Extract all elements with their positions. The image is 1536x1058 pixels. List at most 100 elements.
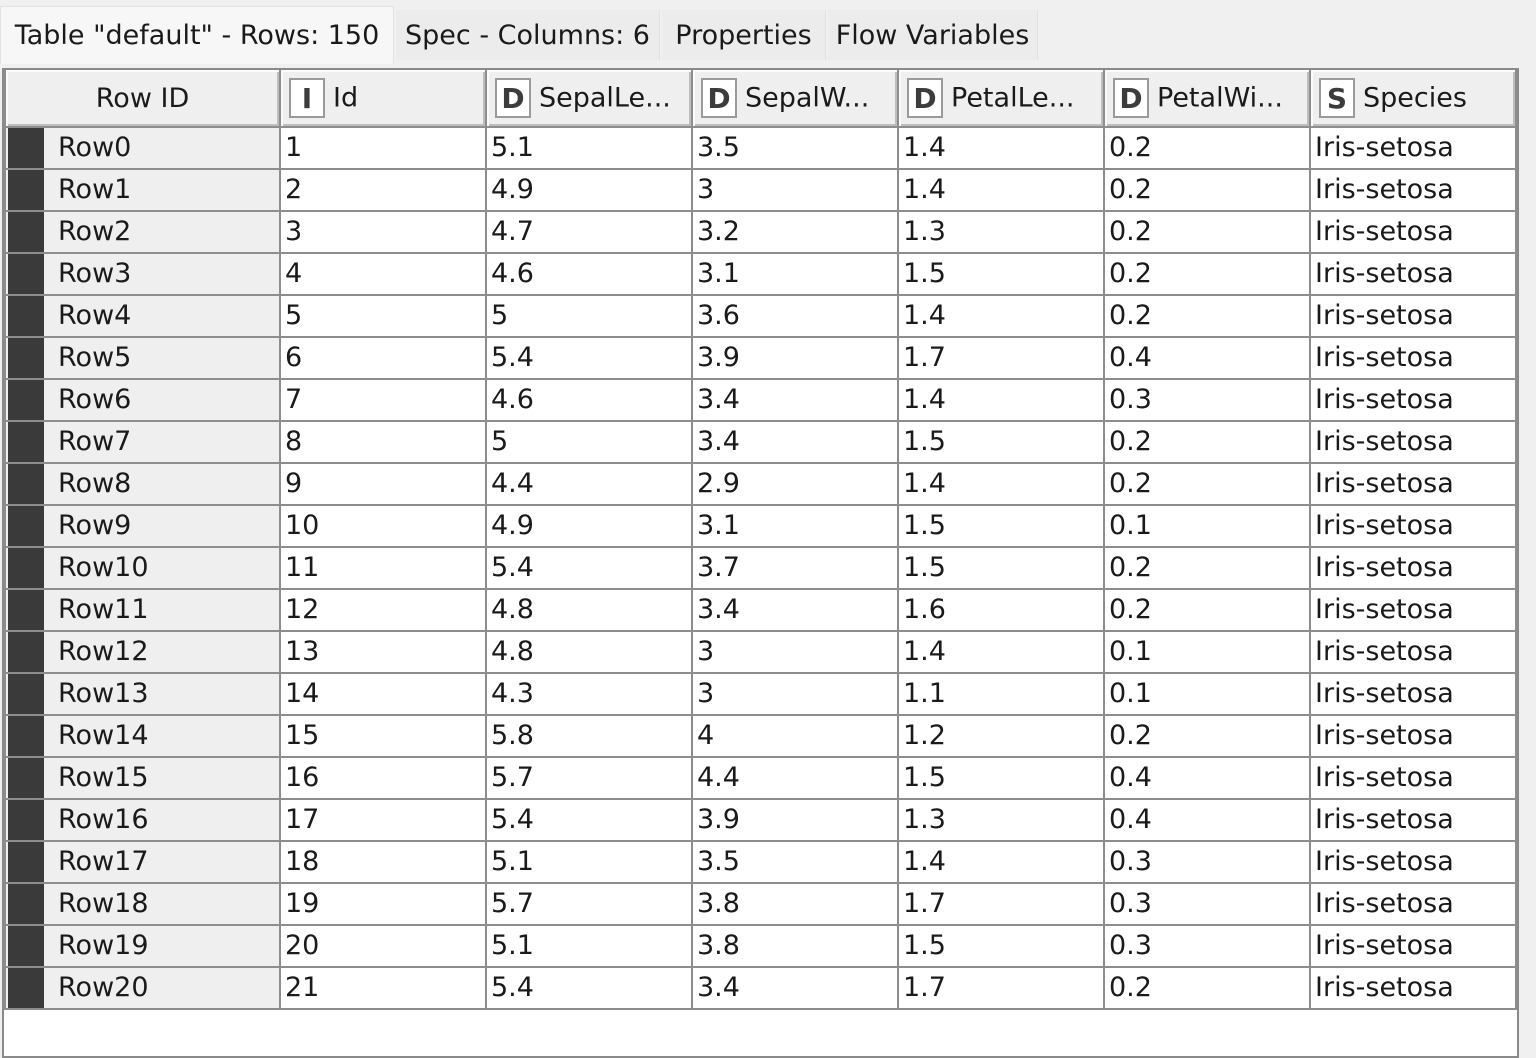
cell-sepal-width[interactable]: 3.7 [691,546,899,590]
row-id-cell[interactable]: Row20 [4,966,281,1010]
header-sepal-width[interactable]: D SepalW... [691,70,899,128]
cell-sepal-width[interactable]: 3.8 [691,924,899,968]
cell-id[interactable]: 9 [279,462,487,506]
cell-species[interactable]: Iris-setosa [1309,462,1517,506]
cell-id[interactable]: 14 [279,672,487,716]
cell-petal-length[interactable]: 1.5 [897,504,1105,548]
row-id-cell[interactable]: Row9 [4,504,281,548]
cell-petal-width[interactable]: 0.2 [1103,714,1311,758]
cell-sepal-length[interactable]: 4.9 [485,168,693,212]
cell-sepal-length[interactable]: 5.1 [485,840,693,884]
row-id-cell[interactable]: Row17 [4,840,281,884]
cell-petal-length[interactable]: 1.7 [897,336,1105,380]
cell-petal-width[interactable]: 0.3 [1103,840,1311,884]
cell-species[interactable]: Iris-setosa [1309,420,1517,464]
cell-sepal-width[interactable]: 3.6 [691,294,899,338]
cell-sepal-width[interactable]: 3 [691,630,899,674]
cell-id[interactable]: 20 [279,924,487,968]
row-id-cell[interactable]: Row15 [4,756,281,800]
row-id-cell[interactable]: Row1 [4,168,281,212]
cell-sepal-length[interactable]: 5.4 [485,966,693,1010]
row-id-cell[interactable]: Row11 [4,588,281,632]
row-id-cell[interactable]: Row6 [4,378,281,422]
cell-id[interactable]: 21 [279,966,487,1010]
table-row[interactable]: Row13 14 4.3 3 1.1 0.1 Iris-setosa [4,672,1517,716]
cell-species[interactable]: Iris-setosa [1309,840,1517,884]
cell-sepal-length[interactable]: 5 [485,420,693,464]
cell-species[interactable]: Iris-setosa [1309,336,1517,380]
cell-sepal-length[interactable]: 4.3 [485,672,693,716]
cell-petal-width[interactable]: 0.3 [1103,378,1311,422]
cell-species[interactable]: Iris-setosa [1309,882,1517,926]
cell-petal-length[interactable]: 1.4 [897,126,1105,170]
cell-petal-length[interactable]: 1.5 [897,546,1105,590]
cell-species[interactable]: Iris-setosa [1309,756,1517,800]
cell-petal-length[interactable]: 1.1 [897,672,1105,716]
cell-petal-length[interactable]: 1.5 [897,420,1105,464]
table-row[interactable]: Row18 19 5.7 3.8 1.7 0.3 Iris-setosa [4,882,1517,926]
table-row[interactable]: Row9 10 4.9 3.1 1.5 0.1 Iris-setosa [4,504,1517,548]
table-row[interactable]: Row7 8 5 3.4 1.5 0.2 Iris-setosa [4,420,1517,464]
table-row[interactable]: Row10 11 5.4 3.7 1.5 0.2 Iris-setosa [4,546,1517,590]
row-id-cell[interactable]: Row18 [4,882,281,926]
cell-sepal-length[interactable]: 5.8 [485,714,693,758]
row-id-cell[interactable]: Row13 [4,672,281,716]
cell-sepal-width[interactable]: 3 [691,672,899,716]
row-id-cell[interactable]: Row8 [4,462,281,506]
cell-species[interactable]: Iris-setosa [1309,168,1517,212]
table-row[interactable]: Row2 3 4.7 3.2 1.3 0.2 Iris-setosa [4,210,1517,254]
cell-id[interactable]: 12 [279,588,487,632]
cell-id[interactable]: 1 [279,126,487,170]
row-id-cell[interactable]: Row2 [4,210,281,254]
cell-petal-length[interactable]: 1.3 [897,798,1105,842]
cell-species[interactable]: Iris-setosa [1309,504,1517,548]
cell-id[interactable]: 13 [279,630,487,674]
cell-petal-width[interactable]: 0.4 [1103,336,1311,380]
cell-sepal-length[interactable]: 4.8 [485,630,693,674]
cell-sepal-width[interactable]: 2.9 [691,462,899,506]
table-row[interactable]: Row5 6 5.4 3.9 1.7 0.4 Iris-setosa [4,336,1517,380]
cell-id[interactable]: 19 [279,882,487,926]
cell-petal-length[interactable]: 1.7 [897,882,1105,926]
row-id-cell[interactable]: Row10 [4,546,281,590]
row-id-cell[interactable]: Row12 [4,630,281,674]
cell-sepal-length[interactable]: 4.9 [485,504,693,548]
cell-sepal-width[interactable]: 3.1 [691,504,899,548]
cell-petal-length[interactable]: 1.4 [897,294,1105,338]
cell-sepal-width[interactable]: 3.5 [691,840,899,884]
header-id[interactable]: I Id [279,70,487,128]
cell-petal-width[interactable]: 0.2 [1103,210,1311,254]
cell-id[interactable]: 4 [279,252,487,296]
cell-sepal-width[interactable]: 3.8 [691,882,899,926]
row-id-cell[interactable]: Row0 [4,126,281,170]
cell-id[interactable]: 2 [279,168,487,212]
cell-species[interactable]: Iris-setosa [1309,966,1517,1010]
cell-petal-width[interactable]: 0.2 [1103,588,1311,632]
cell-sepal-length[interactable]: 5.4 [485,546,693,590]
cell-sepal-width[interactable]: 4 [691,714,899,758]
cell-petal-width[interactable]: 0.3 [1103,924,1311,968]
row-id-cell[interactable]: Row4 [4,294,281,338]
cell-petal-width[interactable]: 0.2 [1103,294,1311,338]
table-row[interactable]: Row19 20 5.1 3.8 1.5 0.3 Iris-setosa [4,924,1517,968]
cell-petal-width[interactable]: 0.2 [1103,462,1311,506]
row-id-cell[interactable]: Row7 [4,420,281,464]
cell-sepal-length[interactable]: 5.1 [485,924,693,968]
cell-species[interactable]: Iris-setosa [1309,546,1517,590]
cell-petal-length[interactable]: 1.3 [897,210,1105,254]
tab-table-default[interactable]: Table "default" - Rows: 150 [0,6,394,64]
cell-petal-width[interactable]: 0.2 [1103,966,1311,1010]
table-row[interactable]: Row14 15 5.8 4 1.2 0.2 Iris-setosa [4,714,1517,758]
cell-petal-width[interactable]: 0.2 [1103,252,1311,296]
cell-petal-length[interactable]: 1.4 [897,462,1105,506]
table-row[interactable]: Row16 17 5.4 3.9 1.3 0.4 Iris-setosa [4,798,1517,842]
cell-id[interactable]: 10 [279,504,487,548]
cell-sepal-length[interactable]: 5.7 [485,756,693,800]
cell-id[interactable]: 3 [279,210,487,254]
cell-species[interactable]: Iris-setosa [1309,378,1517,422]
header-species[interactable]: S Species [1309,70,1517,128]
cell-sepal-width[interactable]: 3.4 [691,588,899,632]
cell-petal-width[interactable]: 0.2 [1103,168,1311,212]
cell-petal-length[interactable]: 1.4 [897,378,1105,422]
cell-petal-length[interactable]: 1.4 [897,168,1105,212]
